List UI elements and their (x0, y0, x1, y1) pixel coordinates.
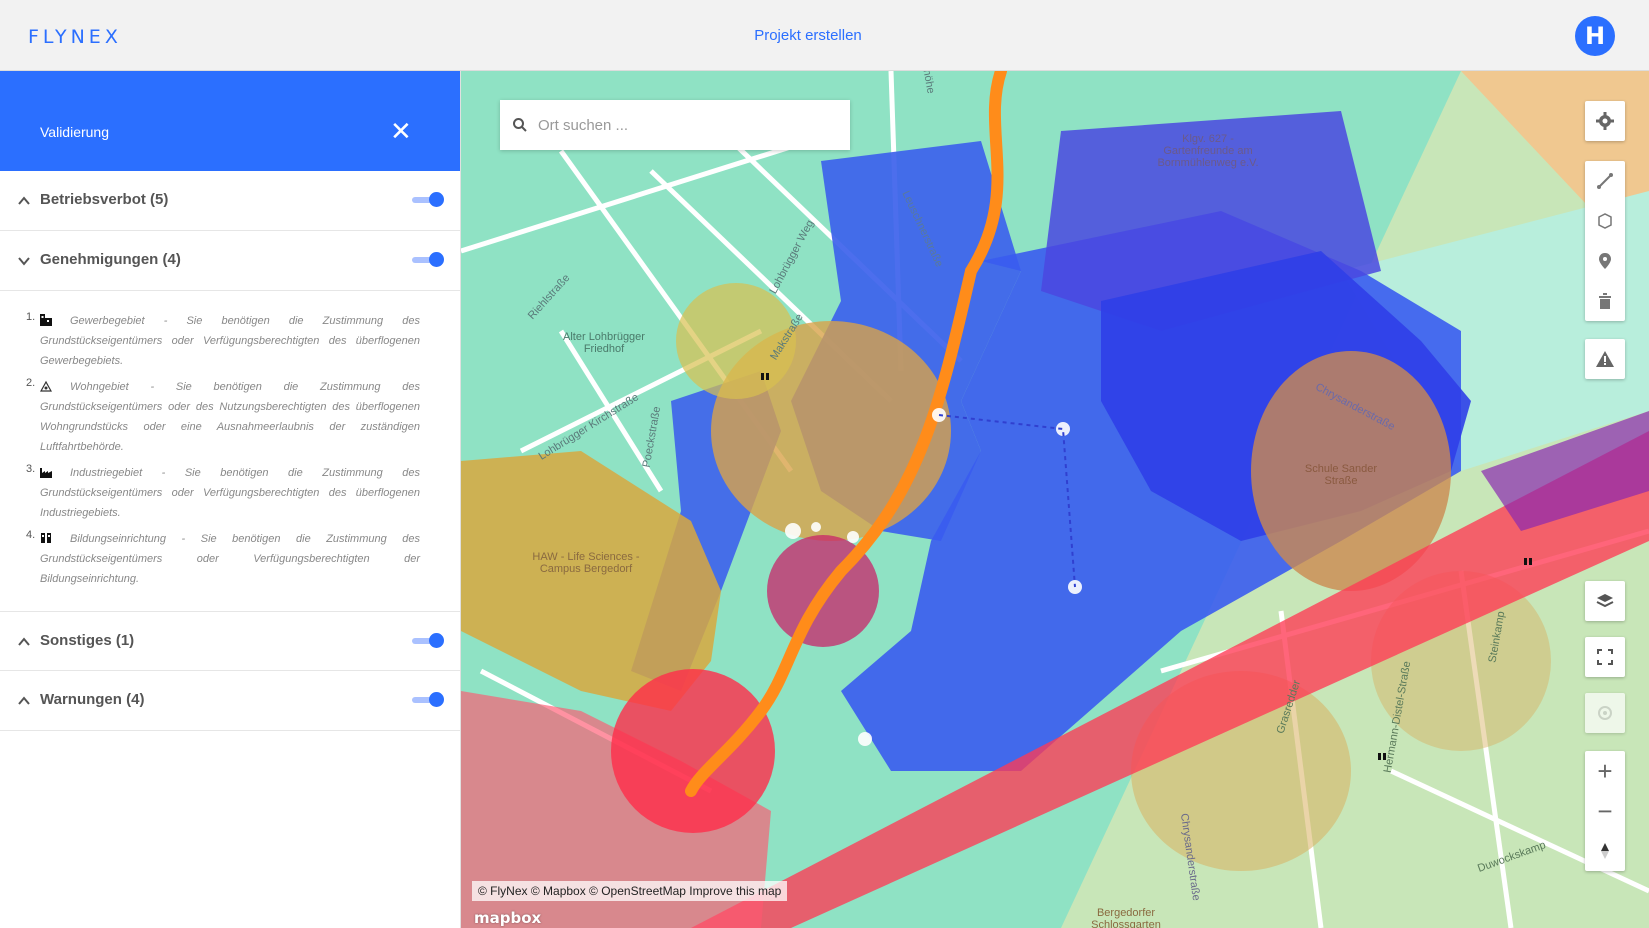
betriebsverbot-toggle[interactable] (412, 192, 444, 207)
search-input[interactable] (538, 112, 828, 138)
permit-list: 1. Gewerbegebiet - Sie benötigen die Zus… (0, 291, 460, 611)
map-label: HAW - Life Sciences - Campus Bergedorf (532, 551, 640, 575)
residential-icon (40, 380, 52, 392)
line-draw-icon[interactable] (1585, 161, 1625, 201)
chevron-up-icon[interactable] (17, 194, 31, 208)
list-number: 1. (26, 311, 36, 323)
factory-icon (40, 468, 52, 478)
map-label: Klgv. 627 - Gartenfreunde am Bornmühlenw… (1157, 133, 1259, 169)
panel-title: Validierung (40, 124, 110, 140)
compass-icon[interactable] (1585, 831, 1625, 871)
fullscreen-control (1585, 637, 1625, 677)
draw-controls (1585, 161, 1625, 321)
list-number: 2. (26, 377, 36, 389)
section-label: Sonstiges (1) (40, 632, 135, 649)
section-label: Genehmigungen (4) (40, 251, 181, 268)
section-sonstiges[interactable]: Sonstiges (1) (0, 611, 460, 671)
list-item: 4. Bildungseinrichtung - Sie benötigen d… (26, 529, 420, 589)
page-title: Projekt erstellen (754, 27, 862, 44)
marker-icon[interactable] (1585, 241, 1625, 281)
location-search[interactable] (500, 100, 850, 150)
polygon-draw-icon[interactable] (1585, 201, 1625, 241)
zoom-in-button[interactable]: + (1585, 751, 1625, 791)
zoom-control: + − (1585, 751, 1625, 871)
map-label: Alter Lohbrügger Friedhof (563, 331, 645, 355)
geolocate-control (1585, 693, 1625, 733)
fullscreen-icon[interactable] (1585, 637, 1625, 677)
settings-control (1585, 101, 1625, 141)
section-label: Warnungen (4) (40, 691, 145, 708)
warnungen-toggle[interactable] (412, 692, 444, 707)
map-label: Schule Sander Straße (1304, 463, 1378, 487)
section-betriebsverbot[interactable]: Betriebsverbot (5) (0, 171, 460, 231)
geolocate-icon[interactable] (1585, 693, 1625, 733)
chevron-down-icon[interactable] (17, 254, 31, 268)
section-genehmigungen[interactable]: Genehmigungen (4) (0, 231, 460, 291)
permit-text: Gewerbegebiet - Sie benötigen die Zustim… (40, 315, 420, 367)
permit-text: Industriegebiet - Sie benötigen die Zust… (40, 467, 420, 519)
permit-text: Wohngebiet - Sie benötigen die Zustimmun… (40, 381, 420, 453)
layers-control (1585, 581, 1625, 621)
search-icon (513, 118, 527, 132)
genehmigungen-toggle[interactable] (412, 252, 444, 267)
close-icon[interactable]: ✕ (390, 118, 412, 144)
list-item: 3. Industriegebiet - Sie benötigen die Z… (26, 463, 420, 523)
warning-control (1585, 339, 1625, 379)
validation-panel: Validierung ✕ Betriebsverbot (5) Genehmi… (0, 71, 461, 928)
permit-text: Bildungseinrichtung - Sie benötigen die … (40, 533, 420, 585)
section-label: Betriebsverbot (5) (40, 191, 169, 208)
layers-icon[interactable] (1585, 581, 1625, 621)
section-warnungen[interactable]: Warnungen (4) (0, 671, 460, 731)
user-avatar[interactable]: H (1575, 16, 1615, 56)
sonstiges-toggle[interactable] (412, 633, 444, 648)
school-icon (41, 533, 51, 543)
map-attribution[interactable]: © FlyNex © Mapbox © OpenStreetMap Improv… (472, 881, 788, 901)
list-number: 3. (26, 463, 36, 475)
map-layers (461, 71, 1649, 928)
map-canvas[interactable]: Klgv. 627 - Gartenfreunde am Bornmühlenw… (461, 71, 1649, 928)
list-item: 1. Gewerbegebiet - Sie benötigen die Zus… (26, 311, 420, 371)
top-bar: FLYNEX Projekt erstellen H (0, 0, 1649, 71)
gear-icon[interactable] (1585, 101, 1625, 141)
map-label: Bergedorfer Schlossgarten (1091, 907, 1161, 928)
trash-icon[interactable] (1585, 281, 1625, 321)
zoom-out-button[interactable]: − (1585, 791, 1625, 831)
no-fly-zone (611, 669, 775, 833)
list-number: 4. (26, 529, 36, 541)
commercial-building-icon (40, 314, 52, 326)
panel-header: Validierung ✕ (0, 71, 460, 171)
chevron-up-icon[interactable] (17, 635, 31, 649)
chevron-up-icon[interactable] (17, 694, 31, 708)
mapbox-logo[interactable]: mapbox (474, 909, 541, 927)
warning-icon[interactable] (1585, 339, 1625, 379)
list-item: 2. Wohngebiet - Sie benötigen die Zustim… (26, 377, 420, 457)
